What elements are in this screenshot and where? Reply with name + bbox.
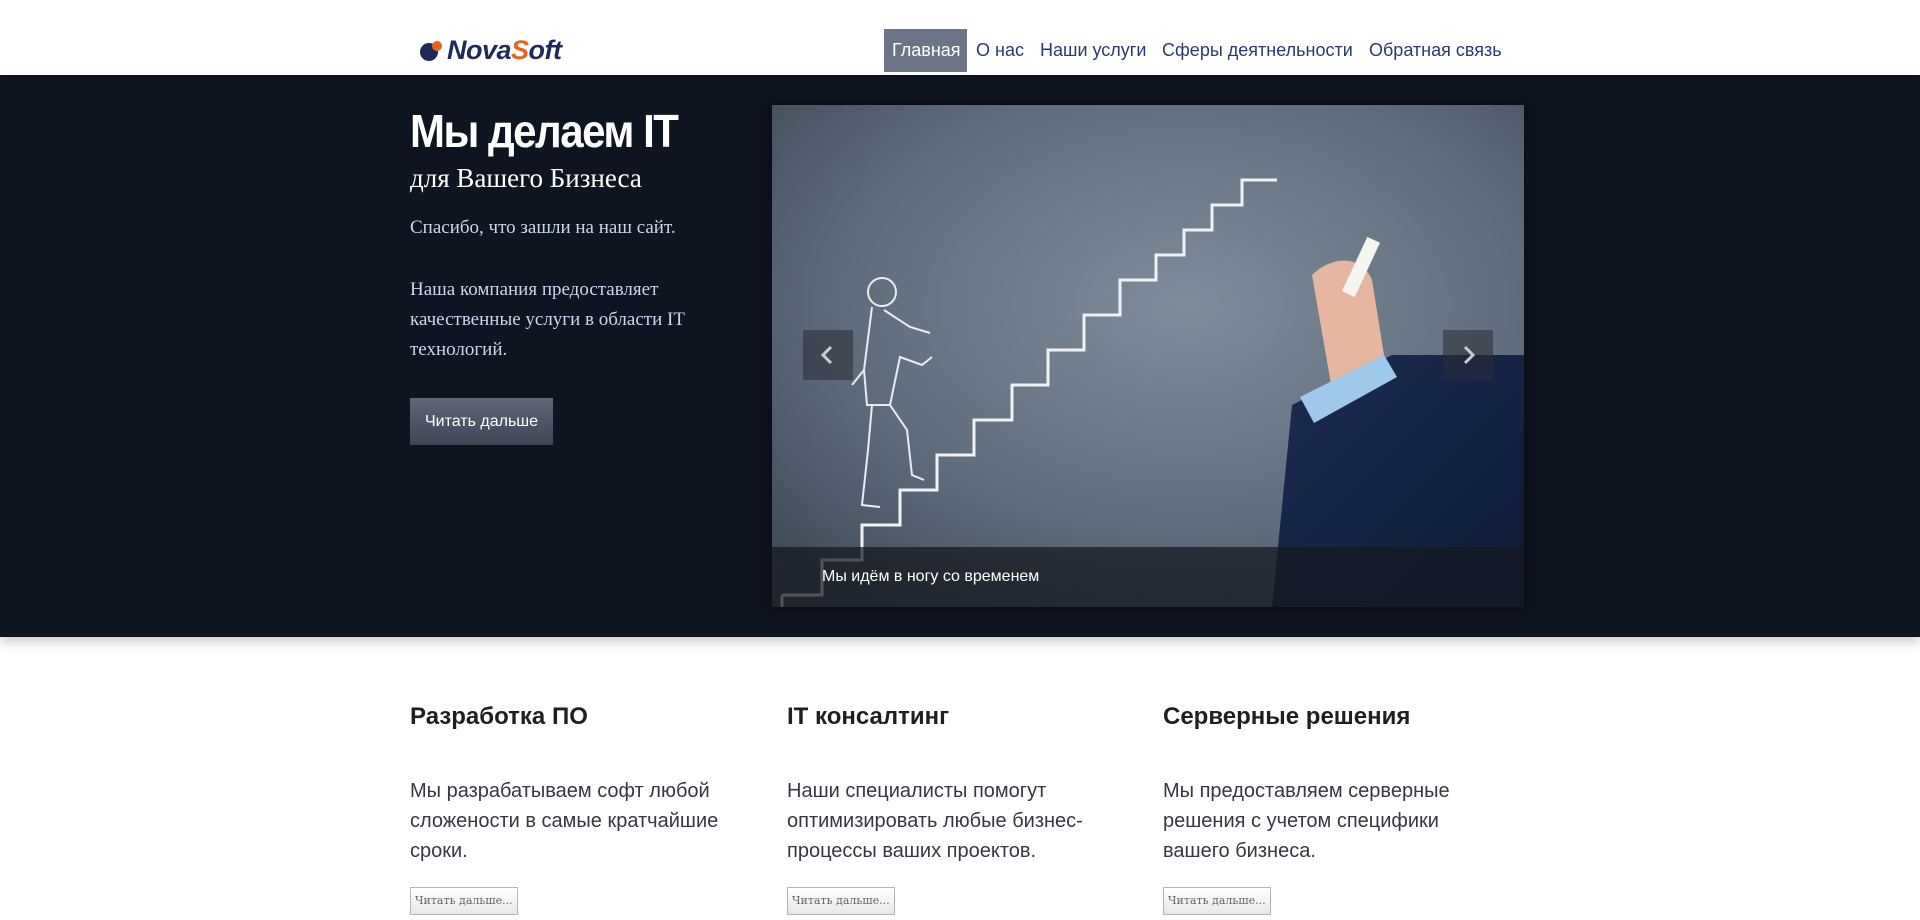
nav-item-feedback[interactable]: Обратная связь xyxy=(1369,29,1502,72)
hero-subtitle: для Вашего Бизнеса xyxy=(410,163,642,193)
feature-text: Мы предоставляем серверные решения с уче… xyxy=(1163,780,1450,862)
carousel-prev-button[interactable] xyxy=(803,330,853,380)
feature-it-consulting: IT консалтинг Наши специалисты помогут о… xyxy=(787,700,1127,915)
carousel-slide-image xyxy=(772,105,1524,607)
site-header: NovaSoft Главная О нас Наши услуги Сферы… xyxy=(0,0,1920,75)
hero-section: Мы делаем IT для Вашего Бизнеса Спасибо,… xyxy=(0,75,1920,637)
nav-item-services[interactable]: Наши услуги xyxy=(1040,29,1146,72)
carousel-caption: Мы идём в ногу со временем xyxy=(772,547,1524,607)
hero-title: Мы делаем IT xyxy=(410,105,679,157)
hero-description: Наша компания предоставляет качественные… xyxy=(410,279,685,360)
feature-title: IT консалтинг xyxy=(787,703,950,730)
feature-title: Разработка ПО xyxy=(410,703,588,730)
main-nav: Главная О нас Наши услуги Сферы деятнель… xyxy=(0,29,1920,72)
chevron-left-icon xyxy=(820,345,833,365)
feature-software-development: Разработка ПО Мы разрабатываем софт любо… xyxy=(410,700,750,915)
feature-text: Наши специалисты помогут оптимизировать … xyxy=(787,780,1083,862)
nav-item-about[interactable]: О нас xyxy=(976,29,1024,72)
feature-read-more-button[interactable]: Читать дальше... xyxy=(410,887,518,915)
hero-read-more-button[interactable]: Читать дальше xyxy=(410,398,553,445)
feature-title: Серверные решения xyxy=(1163,703,1411,730)
feature-server-solutions: Серверные решения Мы предоставляем серве… xyxy=(1163,700,1503,915)
hero-welcome-text: Спасибо, что зашли на наш сайт. xyxy=(410,217,676,238)
chevron-right-icon xyxy=(1463,345,1476,365)
nav-item-home[interactable]: Главная xyxy=(884,29,967,72)
nav-item-activities[interactable]: Сферы деятнельности xyxy=(1162,29,1353,72)
carousel-caption-text: Мы идём в ногу со временем xyxy=(822,568,1040,585)
image-carousel: Мы идём в ногу со временем xyxy=(772,105,1524,607)
carousel-next-button[interactable] xyxy=(1443,330,1493,380)
feature-read-more-button[interactable]: Читать дальше... xyxy=(1163,887,1271,915)
feature-text: Мы разрабатываем софт любой сложености в… xyxy=(410,780,719,862)
feature-read-more-button[interactable]: Читать дальше... xyxy=(787,887,895,915)
